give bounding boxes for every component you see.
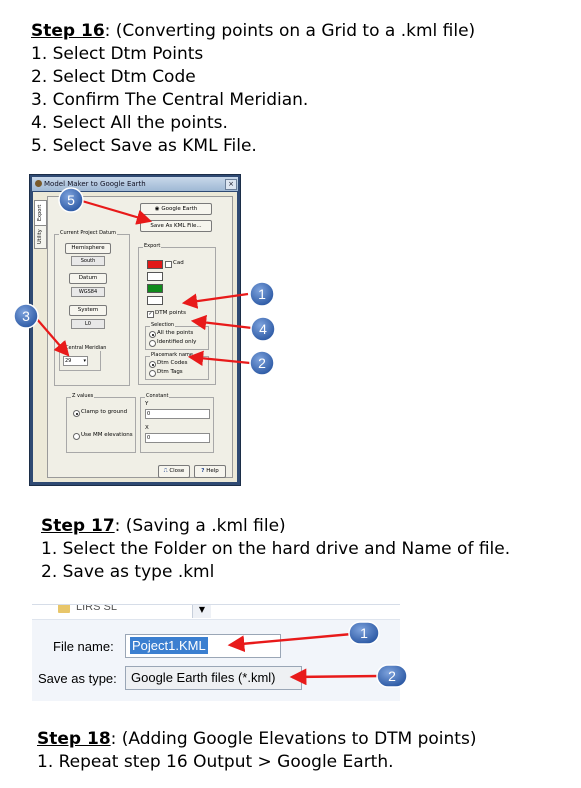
step18-title: Step 18 <box>37 729 111 749</box>
arrow-save-type <box>289 668 381 686</box>
step17-callouts: 1 2 <box>227 621 408 688</box>
step18-list: 1. Repeat step 16 Output > Google Earth. <box>37 751 394 774</box>
callout-file-name-number: 1 <box>360 625 368 641</box>
step18-subtitle: : (Adding Google Elevations to DTM point… <box>110 729 477 749</box>
callout-file-name: 1 <box>348 621 380 645</box>
step18-item: 1. Repeat step 16 Output > Google Earth. <box>37 752 394 772</box>
callout-save-type: 2 <box>376 664 408 688</box>
callout-save-type-number: 2 <box>388 668 396 684</box>
step18-heading: Step 18: (Adding Google Elevations to DT… <box>37 729 476 750</box>
arrow-file-name <box>227 632 353 653</box>
